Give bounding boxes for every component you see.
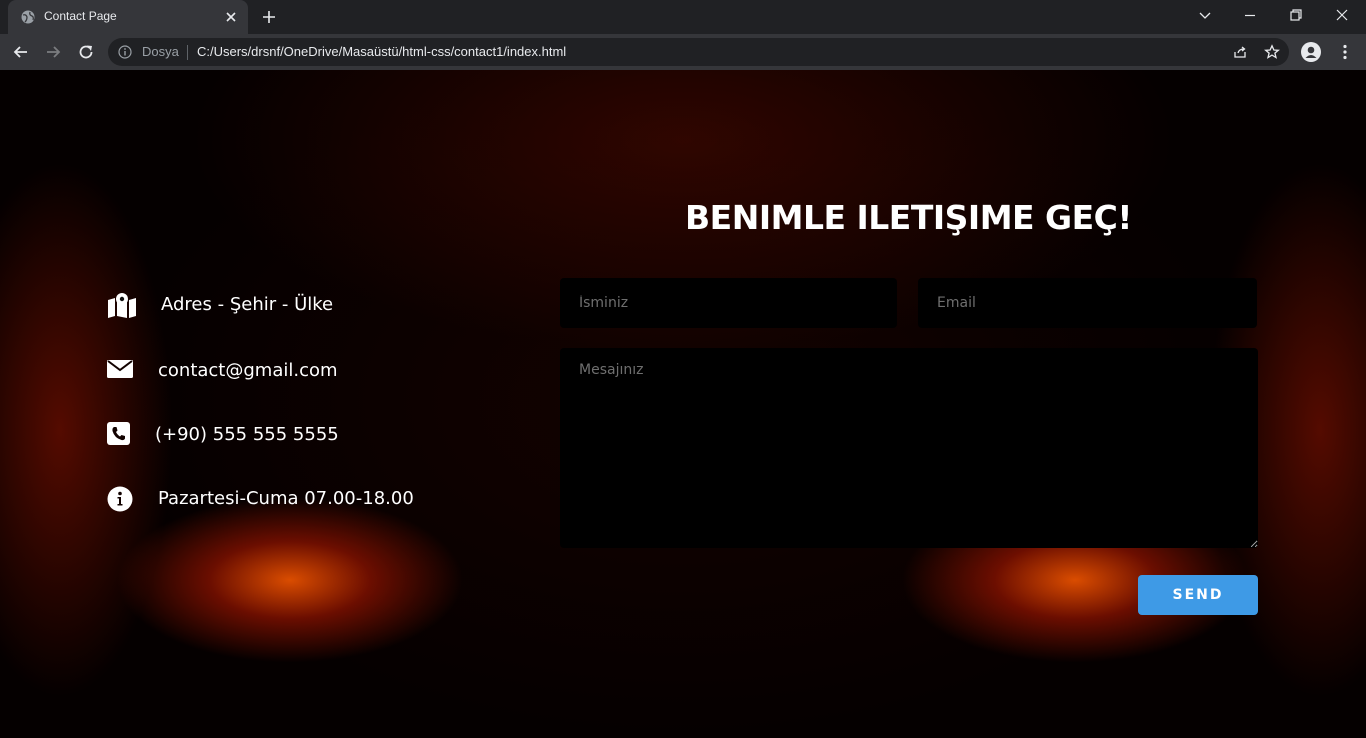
info-icon <box>107 486 133 512</box>
back-icon[interactable] <box>12 43 30 61</box>
contact-address-item: Adres - Şehir - Ülke <box>107 292 367 320</box>
hours-text: Pazartesi-Cuma 07.00-18.00 <box>158 488 414 509</box>
site-info-icon[interactable] <box>118 45 132 59</box>
contact-phone-item: (+90) 555 555 5555 <box>107 422 367 450</box>
address-bar[interactable]: Dosya C:/Users/drsnf/OneDrive/Masaüstü/h… <box>108 38 1289 66</box>
close-tab-icon[interactable] <box>224 10 238 24</box>
share-icon[interactable] <box>1232 44 1248 60</box>
browser-tab[interactable]: Contact Page <box>8 0 248 34</box>
tab-title: Contact Page <box>44 9 117 23</box>
address-text: Adres - Şehir - Ülke <box>161 294 334 315</box>
page-title: BENIMLE ILETIŞIME GEÇ! <box>685 198 1132 237</box>
send-button[interactable]: SEND <box>1138 575 1258 615</box>
restore-icon[interactable] <box>1288 7 1304 23</box>
browser-tab-strip: Contact Page <box>0 0 1366 34</box>
phone-text: (+90) 555 555 5555 <box>155 424 339 445</box>
contact-email-item: contact@gmail.com <box>107 358 367 386</box>
browser-toolbar: Dosya C:/Users/drsnf/OneDrive/Masaüstü/h… <box>0 34 1366 70</box>
chevron-down-icon[interactable] <box>1197 7 1213 23</box>
address-separator <box>187 45 188 60</box>
name-input[interactable] <box>560 278 897 328</box>
phone-icon <box>107 422 130 445</box>
reload-icon[interactable] <box>77 43 95 61</box>
more-menu-icon[interactable] <box>1336 43 1354 61</box>
bookmark-star-icon[interactable] <box>1264 44 1280 60</box>
forward-icon[interactable] <box>44 43 62 61</box>
close-window-icon[interactable] <box>1334 7 1350 23</box>
new-tab-icon[interactable] <box>261 9 277 25</box>
profile-avatar-icon[interactable] <box>1301 42 1321 62</box>
map-icon <box>108 293 136 318</box>
email-input[interactable] <box>918 278 1257 328</box>
globe-icon <box>21 10 35 24</box>
url-scheme-label: Dosya <box>142 44 179 59</box>
envelope-icon <box>107 360 133 378</box>
contact-page: BENIMLE ILETIŞIME GEÇ! Adres - Şehir - Ü… <box>0 70 1366 738</box>
minimize-icon[interactable] <box>1242 7 1258 23</box>
url-text[interactable]: C:/Users/drsnf/OneDrive/Masaüstü/html-cs… <box>197 44 566 59</box>
contact-hours-item: Pazartesi-Cuma 07.00-18.00 <box>107 486 427 514</box>
message-textarea[interactable] <box>560 348 1258 548</box>
email-text: contact@gmail.com <box>158 360 338 381</box>
